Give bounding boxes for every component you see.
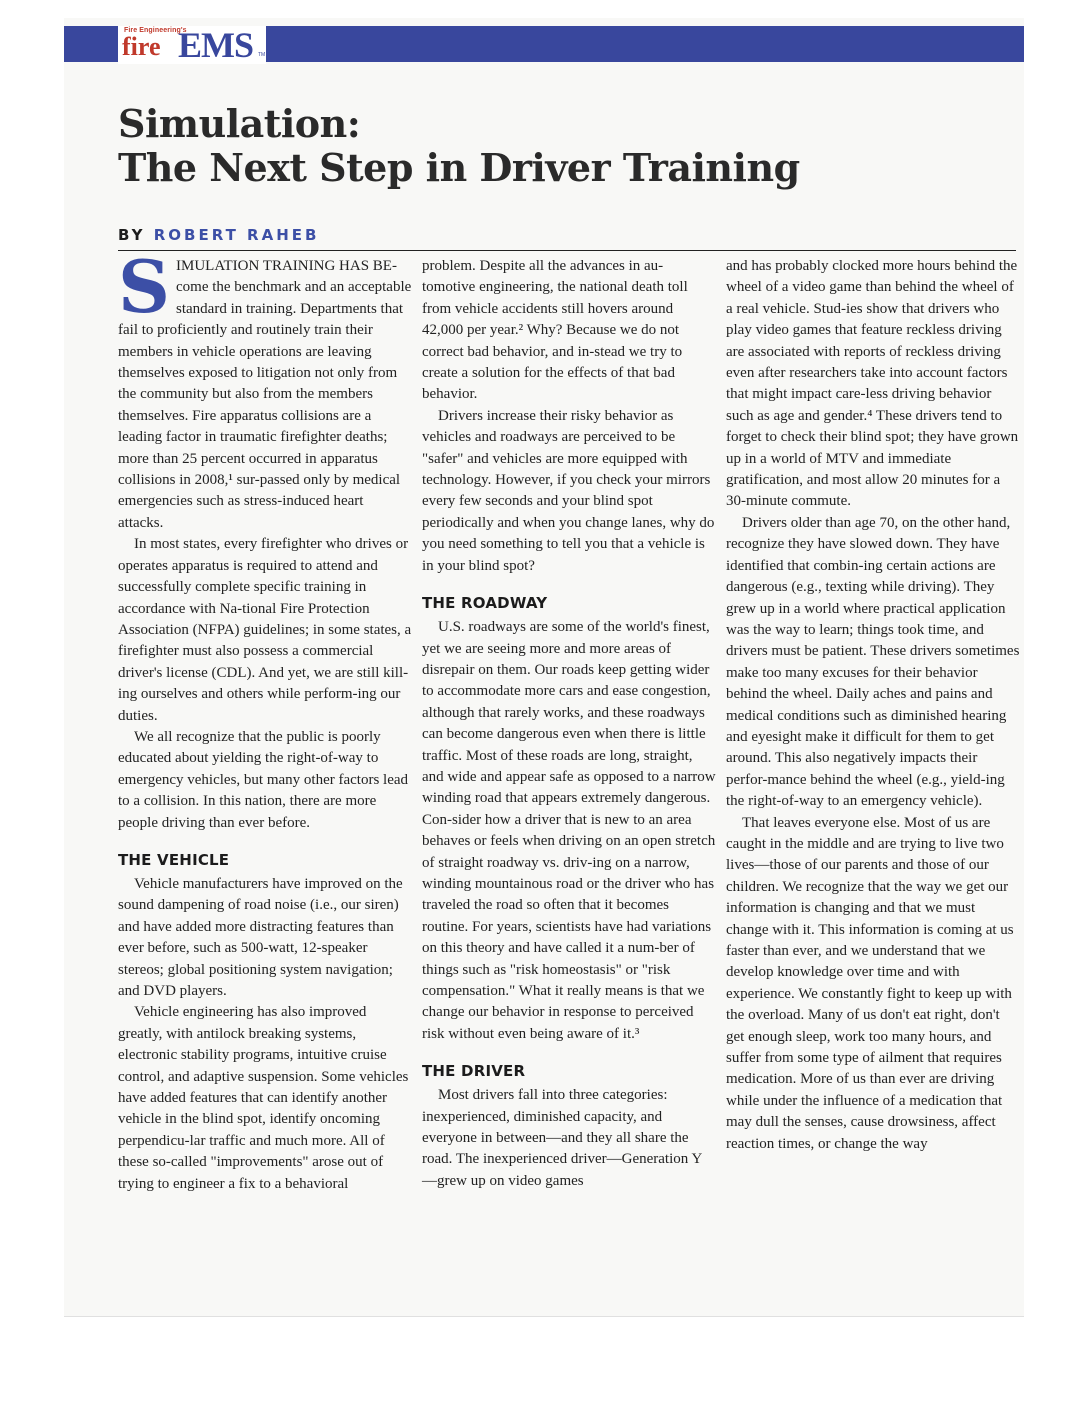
paragraph: problem. Despite all the advances in au-… [422,258,688,403]
article-column-2: problem. Despite all the advances in au-… [422,256,716,1192]
paragraph: In most states, every firefighter who dr… [118,536,412,724]
logo-trademark: TM [258,52,266,58]
article-column-1: S IMULATION TRAINING HAS BE-come the benc… [118,244,412,1195]
paragraph: Drivers older than age 70, on the other … [726,514,1020,810]
logo-fire-text: fire [122,32,161,61]
section-heading-driver: THE DRIVER [422,1062,526,1081]
paragraph: Most drivers fall into three categories:… [422,1087,703,1189]
intro-rest: Departments that fail to proficiently an… [118,300,404,531]
paragraph: We all recognize that the public is poor… [118,728,409,831]
paragraph-intro: S IMULATION TRAINING HAS BE-come the benc… [118,244,412,534]
paragraph: That leaves everyone else. Most of us ar… [726,814,1014,1152]
byline-rule [118,250,1016,251]
article-title: Simulation: The Next Step in Driver Trai… [118,102,800,190]
byline: BY ROBERT RAHEB [118,226,319,244]
paragraph: U.S. roadways are some of the world's fi… [422,619,716,1042]
article-title-line-2: The Next Step in Driver Training [118,145,800,190]
logo-ems-text: EMS [178,25,254,65]
paragraph: and has probably clocked more hours behi… [726,258,1019,510]
article-column-3: and has probably clocked more hours behi… [726,256,1020,1155]
section-heading-vehicle: THE VEHICLE [118,850,230,869]
section-heading-roadway: THE ROADWAY [422,594,548,613]
byline-author: ROBERT RAHEB [153,226,320,244]
page-edge [64,1316,1024,1317]
paragraph: Vehicle engineering has also improved gr… [118,1004,409,1192]
paragraph: Vehicle manufacturers have improved on t… [118,875,403,999]
drop-cap: S [118,244,170,329]
paragraph: Drivers increase their risky behavior as… [422,407,715,574]
article-title-line-1: Simulation: [118,101,361,146]
byline-label: BY [118,226,146,244]
